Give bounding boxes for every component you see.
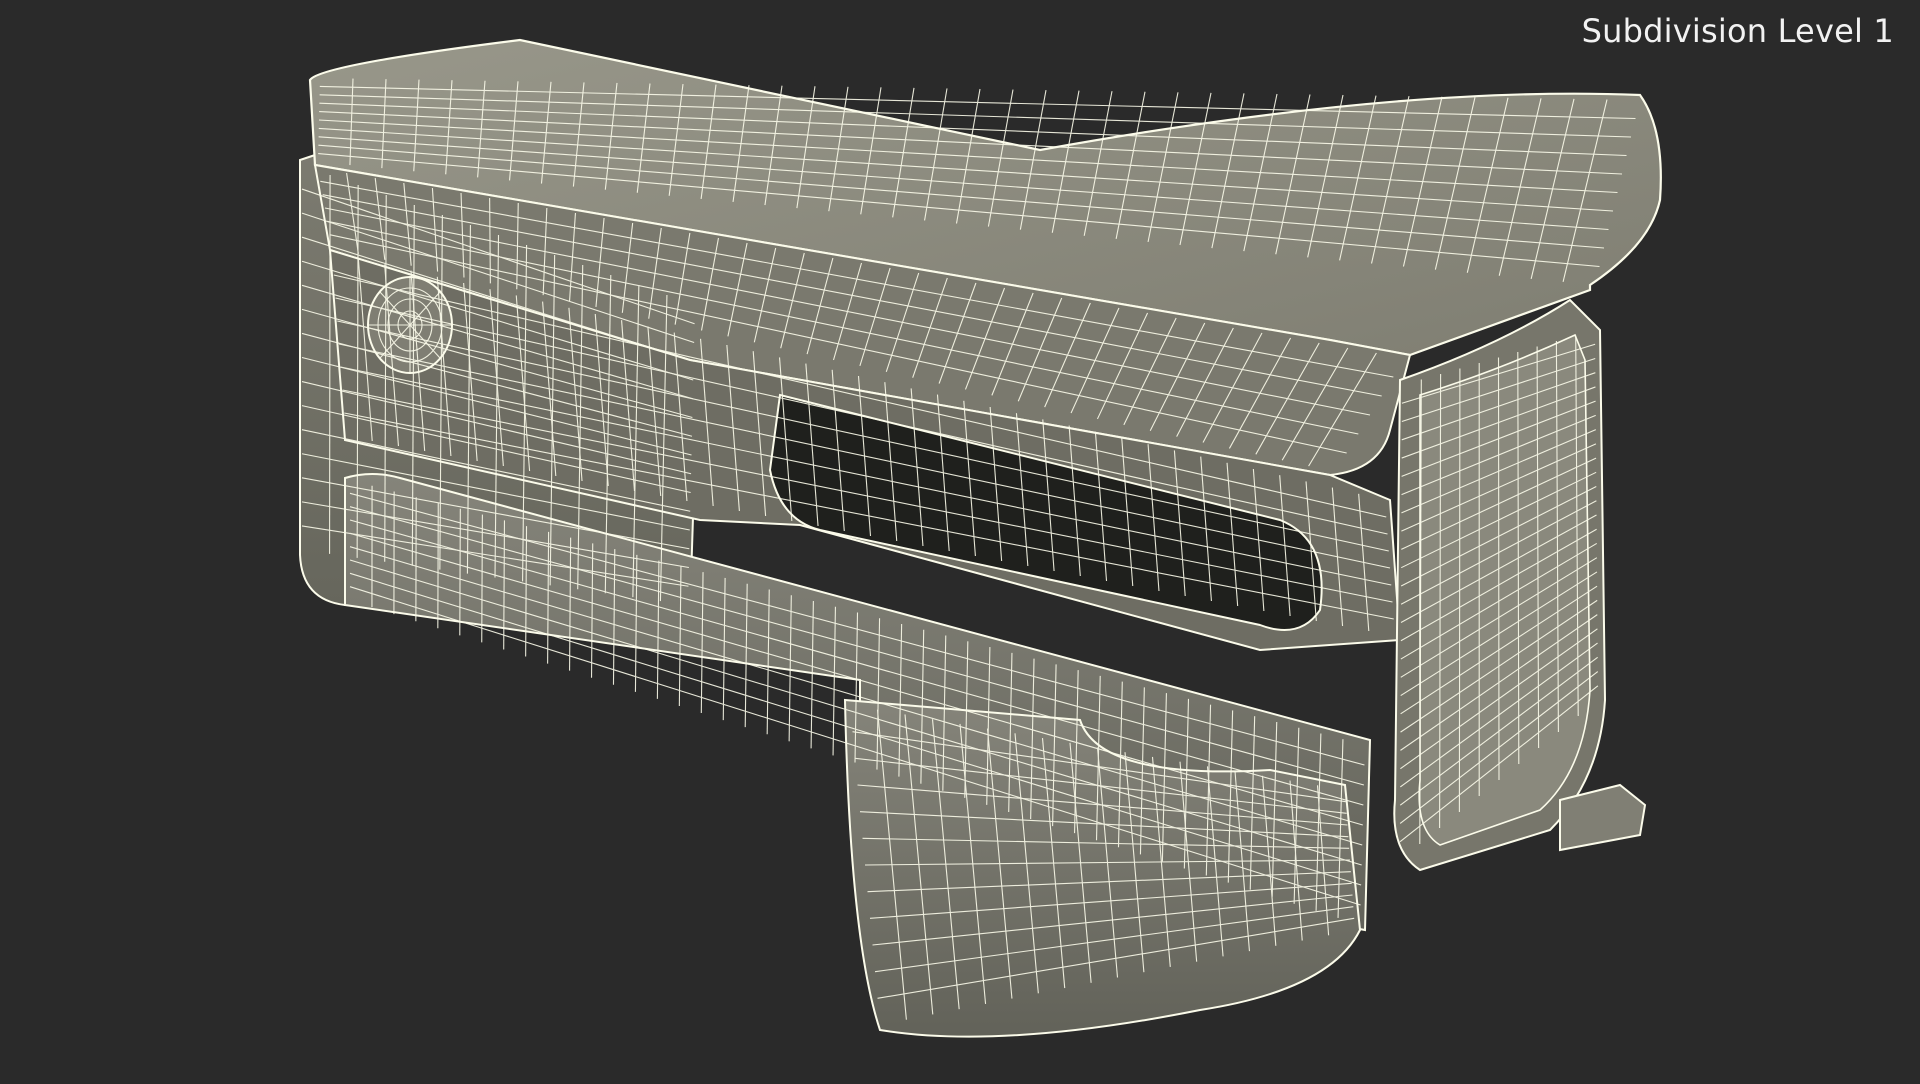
jaw-end-cavity xyxy=(1419,335,1590,845)
vise-wireframe-render xyxy=(0,0,1920,1080)
subdivision-level-label: Subdivision Level 1 xyxy=(1582,12,1894,50)
3d-viewport: Subdivision Level 1 xyxy=(0,0,1920,1080)
